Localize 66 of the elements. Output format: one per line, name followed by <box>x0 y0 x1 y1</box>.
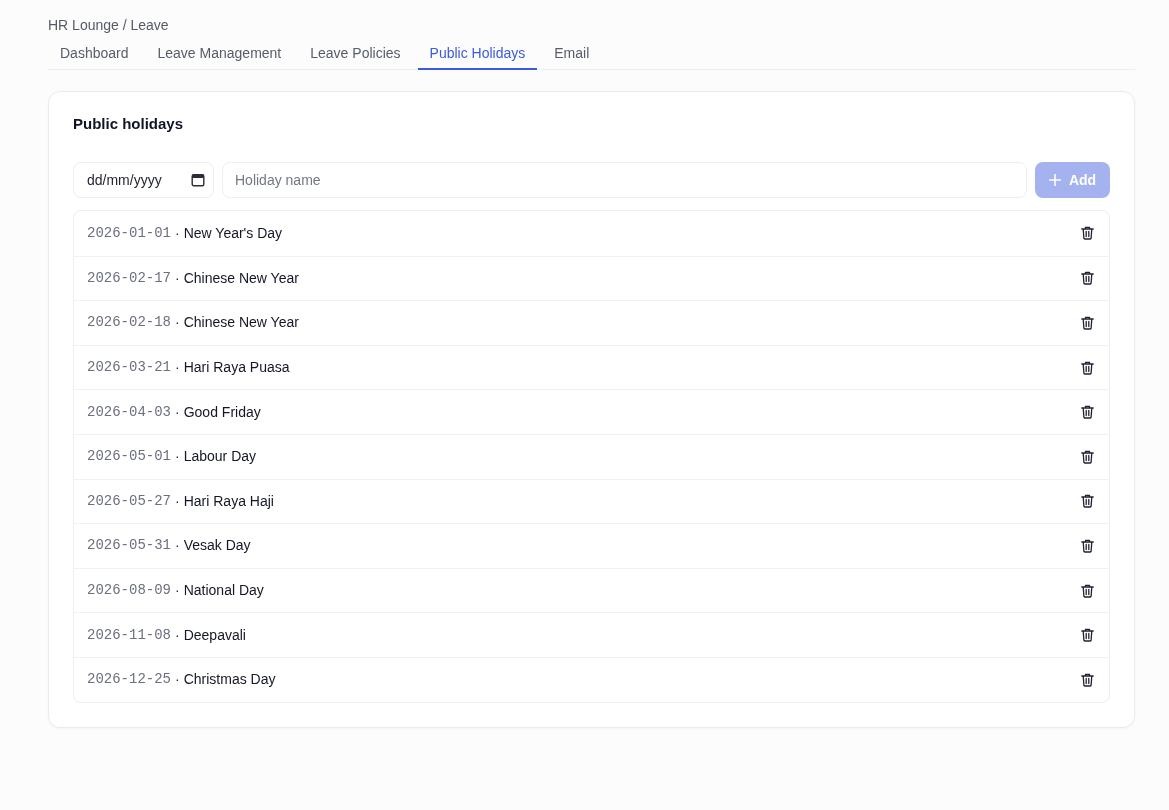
separator-dot: · <box>175 581 180 601</box>
breadcrumb: HR Lounge / Leave <box>48 16 169 35</box>
holiday-date: 2026-05-01 <box>87 447 171 467</box>
tab[interactable]: Leave Policies <box>298 39 413 70</box>
holiday-name-field[interactable]: Holiday name <box>222 162 1027 198</box>
holiday-name: Chinese New Year <box>183 313 299 333</box>
calendar-icon[interactable] <box>191 173 205 187</box>
delete-button[interactable] <box>1079 225 1095 242</box>
trash-icon <box>1080 226 1094 241</box>
holiday-date: 2026-11-08 <box>87 625 171 645</box>
separator-dot: · <box>175 358 180 378</box>
separator-dot: · <box>175 313 180 333</box>
date-field[interactable]: dd/mm/yyyy <box>73 162 214 198</box>
tab[interactable]: Leave Management <box>145 39 294 70</box>
trash-icon <box>1080 494 1094 509</box>
delete-button[interactable] <box>1079 404 1095 421</box>
tab[interactable]: Public Holidays <box>417 39 538 70</box>
trash-icon <box>1080 672 1094 687</box>
card-title: Public holidays <box>73 114 184 134</box>
holiday-date: 2026-02-18 <box>87 313 171 333</box>
trash-icon <box>1080 316 1094 330</box>
holiday-name: Deepavali <box>183 625 246 645</box>
holiday-date: 2026-04-03 <box>87 402 171 422</box>
separator-dot: · <box>175 223 180 243</box>
holiday-name: Hari Raya Haji <box>183 491 274 511</box>
delete-button[interactable] <box>1079 359 1095 376</box>
trash-icon <box>1080 405 1094 420</box>
separator-dot: · <box>175 625 180 645</box>
trash-icon <box>1080 360 1094 375</box>
delete-button[interactable] <box>1079 448 1095 465</box>
holiday-name: Christmas Day <box>183 670 276 690</box>
holiday-name: Vesak Day <box>183 536 251 556</box>
holiday-name: National Day <box>183 581 264 601</box>
delete-button[interactable] <box>1079 671 1095 688</box>
delete-button[interactable] <box>1079 582 1095 599</box>
holiday-date: 2026-05-27 <box>87 491 171 511</box>
holiday-name: Labour Day <box>183 447 257 467</box>
separator-dot: · <box>175 268 180 288</box>
separator-dot: · <box>175 402 180 422</box>
tab[interactable]: Email <box>542 39 602 70</box>
holiday-date: 2026-05-31 <box>87 536 171 556</box>
delete-button[interactable] <box>1079 627 1095 644</box>
holiday-date: 2026-03-21 <box>87 358 171 378</box>
holiday-date: 2026-02-17 <box>87 268 171 288</box>
trash-icon <box>1080 449 1094 464</box>
trash-icon <box>1080 583 1094 598</box>
delete-button[interactable] <box>1079 270 1095 287</box>
trash-icon <box>1080 271 1094 286</box>
holiday-date: 2026-01-01 <box>87 223 171 243</box>
holiday-name: Hari Raya Puasa <box>183 358 290 378</box>
holiday-name: Good Friday <box>183 402 261 422</box>
tab[interactable]: Dashboard <box>48 39 141 70</box>
separator-dot: · <box>175 536 180 556</box>
trash-icon <box>1080 538 1094 553</box>
separator-dot: · <box>175 491 180 511</box>
holiday-name: Chinese New Year <box>183 268 299 288</box>
trash-icon <box>1080 628 1094 643</box>
delete-button[interactable] <box>1079 493 1095 510</box>
delete-button[interactable] <box>1079 315 1095 331</box>
holiday-date: 2026-08-09 <box>87 581 171 601</box>
separator-dot: · <box>175 670 180 690</box>
separator-dot: · <box>175 447 180 467</box>
holiday-name: New Year's Day <box>183 223 283 243</box>
plus-icon <box>1048 174 1061 186</box>
holiday-date: 2026-12-25 <box>87 670 171 690</box>
delete-button[interactable] <box>1079 537 1095 554</box>
